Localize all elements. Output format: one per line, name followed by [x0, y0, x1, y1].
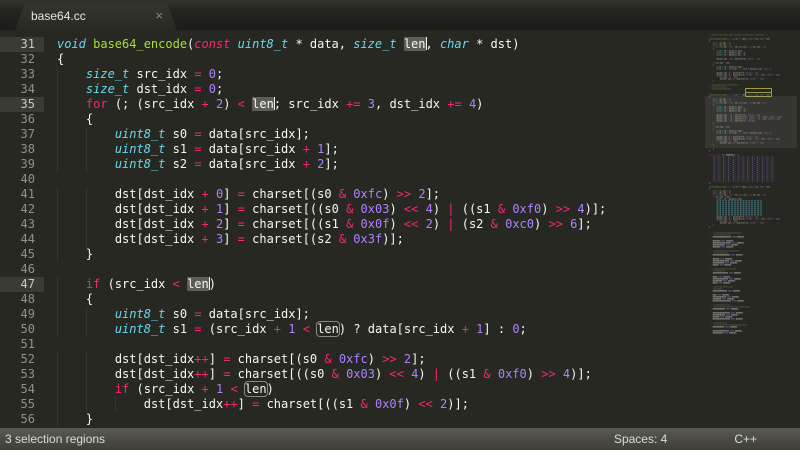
code-line[interactable]: size_t dst_idx = 0;	[57, 82, 223, 97]
line-number[interactable]: 38	[0, 142, 44, 157]
line-number[interactable]: 49	[0, 307, 44, 322]
code-line[interactable]: size_t src_idx = 0;	[57, 67, 223, 82]
line-number[interactable]: 56	[0, 412, 44, 427]
status-bar: 3 selection regions Spaces: 4 C++	[0, 427, 800, 450]
line-number[interactable]: 45	[0, 247, 44, 262]
selected-occurrence: len	[404, 37, 426, 51]
code-line[interactable]: dst[dst_idx++] = charset[((s0 & 0x03) <<…	[57, 367, 592, 382]
matched-occurrence: len	[245, 382, 267, 396]
code-line[interactable]: uint8_t s1 = (src_idx + 1 < len) ? data[…	[57, 322, 527, 337]
line-number[interactable]: 46	[0, 262, 44, 277]
line-number[interactable]: 51	[0, 337, 44, 352]
line-number[interactable]: 32	[0, 52, 44, 67]
tab-base64cc[interactable]: base64.cc ×	[15, 3, 177, 30]
minimap-content: // ###### ########## #### ######## #####…	[707, 30, 797, 334]
code-line[interactable]: {	[57, 112, 93, 127]
line-number[interactable]: 53	[0, 367, 44, 382]
line-number[interactable]: 54	[0, 382, 44, 397]
minimap[interactable]: // ###### ########## #### ######## #####…	[705, 30, 797, 427]
status-syntax[interactable]: C++	[734, 432, 757, 446]
code-line[interactable]: dst[dst_idx + 3] = charset[(s2 & 0x3f)];	[57, 232, 404, 247]
minimap-viewport[interactable]	[705, 96, 797, 148]
line-number[interactable]: 52	[0, 352, 44, 367]
code-line[interactable]: if (src_idx < len)	[57, 277, 216, 292]
code-line[interactable]: dst[dst_idx + 0] = charset[(s0 & 0xfc) >…	[57, 187, 440, 202]
code-line[interactable]: {	[57, 52, 64, 67]
line-number[interactable]: 33	[0, 67, 44, 82]
matched-occurrence: len	[317, 322, 339, 336]
code-pane: 31 void base64_encode(const uint8_t * dat…	[0, 37, 705, 427]
code-line[interactable]: void base64_encode(const uint8_t * data,…	[57, 37, 519, 52]
code-line[interactable]: }	[57, 412, 93, 427]
line-number[interactable]: 48	[0, 292, 44, 307]
code-line[interactable]: for (; (src_idx + 2) < len; src_idx += 3…	[57, 97, 483, 112]
status-right-group: Spaces: 4 C++	[614, 432, 800, 446]
code-line[interactable]: uint8_t s0 = data[src_idx];	[57, 307, 310, 322]
line-number[interactable]: 34	[0, 82, 44, 97]
sublime-text-window: base64.cc × 31 void base64_encode(const u…	[0, 0, 800, 450]
line-number[interactable]: 36	[0, 112, 44, 127]
code-line[interactable]: dst[dst_idx + 2] = charset[((s1 & 0x0f) …	[57, 217, 592, 232]
line-number[interactable]: 47	[0, 277, 44, 292]
code-line[interactable]: if (src_idx + 1 < len)	[57, 382, 274, 397]
code-line[interactable]: dst[dst_idx + 1] = charset[((s0 & 0x03) …	[57, 202, 606, 217]
code-line[interactable]: uint8_t s0 = data[src_idx];	[57, 127, 310, 142]
line-number[interactable]: 37	[0, 127, 44, 142]
code-line[interactable]: uint8_t s2 = data[src_idx + 2];	[57, 157, 339, 172]
line-number[interactable]: 41	[0, 187, 44, 202]
line-number[interactable]: 35	[0, 97, 44, 112]
selected-occurrence: len	[252, 97, 274, 111]
editor-area: 31 void base64_encode(const uint8_t * dat…	[0, 30, 800, 427]
code-line[interactable]: }	[57, 247, 93, 262]
tab-bar: base64.cc ×	[0, 0, 800, 30]
close-icon[interactable]: ×	[155, 3, 163, 29]
line-number[interactable]: 44	[0, 232, 44, 247]
line-number[interactable]: 43	[0, 217, 44, 232]
line-number[interactable]: 40	[0, 172, 44, 187]
line-number[interactable]: 42	[0, 202, 44, 217]
status-indentation[interactable]: Spaces: 4	[614, 432, 667, 446]
selected-occurrence: len	[187, 277, 209, 291]
status-selection-count: 3 selection regions	[0, 432, 105, 446]
line-number[interactable]: 39	[0, 157, 44, 172]
tab-title: base64.cc	[31, 3, 86, 30]
line-number[interactable]: 55	[0, 397, 44, 412]
code-line[interactable]: dst[dst_idx++] = charset[(s0 & 0xfc) >> …	[57, 352, 426, 367]
code-line[interactable]: {	[57, 292, 93, 307]
code-line[interactable]: uint8_t s1 = data[src_idx + 1];	[57, 142, 339, 157]
code-line[interactable]: dst[dst_idx++] = charset[((s1 & 0x0f) <<…	[57, 397, 469, 412]
line-number[interactable]: 50	[0, 322, 44, 337]
line-number[interactable]: 31	[0, 37, 44, 52]
